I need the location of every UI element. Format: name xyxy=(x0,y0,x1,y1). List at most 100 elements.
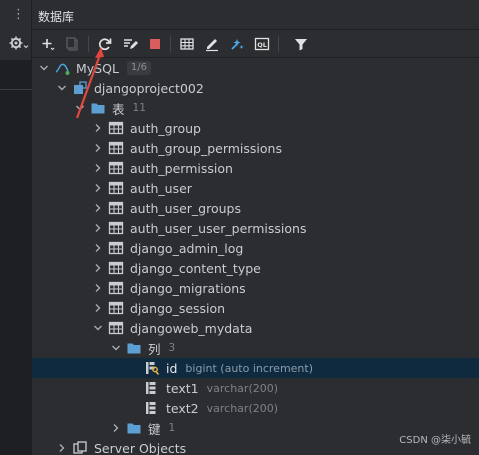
server-objects-icon xyxy=(72,440,88,455)
svg-text:QL: QL xyxy=(257,41,267,49)
chevron-down-icon[interactable] xyxy=(110,342,122,354)
table-name: auth_permission xyxy=(130,160,233,176)
table-name: django_session xyxy=(130,300,226,316)
column-icon xyxy=(144,380,160,396)
tree-node-column[interactable]: text1 varchar(200) xyxy=(32,378,479,398)
columns-count: 3 xyxy=(168,342,176,354)
tree-node-table[interactable]: django_admin_log xyxy=(32,238,479,258)
filter-icon[interactable] xyxy=(291,34,311,54)
edit-schema-icon[interactable] xyxy=(120,34,140,54)
schema-label: djangoproject002 xyxy=(94,80,204,96)
keys-folder-label: 键 xyxy=(148,421,161,437)
column-name: text1 xyxy=(166,380,199,396)
left-gutter: ⋮ xyxy=(0,0,32,455)
table-icon xyxy=(108,300,124,316)
chevron-right-icon[interactable] xyxy=(92,282,104,294)
toolbar-separator xyxy=(278,36,279,52)
table-name: django_content_type xyxy=(130,260,261,276)
add-icon[interactable] xyxy=(38,34,58,54)
tables-count: 11 xyxy=(132,102,146,114)
tree-node-table[interactable]: auth_user_user_permissions xyxy=(32,218,479,238)
server-objects-label: Server Objects xyxy=(94,440,187,455)
toolbar-separator xyxy=(170,36,171,52)
table-name: auth_group xyxy=(130,120,201,136)
datasource-schema-count-badge: 1/6 xyxy=(126,61,152,75)
table-name: auth_user xyxy=(130,180,192,196)
chevron-right-icon[interactable] xyxy=(92,202,104,214)
tree-node-table[interactable]: auth_group_permissions xyxy=(32,138,479,158)
tables-folder-label: 表 xyxy=(112,101,125,117)
chevron-down-icon[interactable] xyxy=(92,322,104,334)
column-name: text2 xyxy=(166,400,199,416)
tree-node-table[interactable]: django_session xyxy=(32,298,479,318)
chevron-right-icon[interactable] xyxy=(92,262,104,274)
stop-icon[interactable] xyxy=(145,34,165,54)
tree-node-table[interactable]: django_migrations xyxy=(32,278,479,298)
chevron-right-icon[interactable] xyxy=(92,242,104,254)
tree-node-column[interactable]: id bigint (auto increment) xyxy=(32,358,479,378)
tree-node-table[interactable]: auth_user_groups xyxy=(32,198,479,218)
chevron-right-icon[interactable] xyxy=(92,182,104,194)
table-icon xyxy=(108,260,124,276)
tree-node-table[interactable]: django_content_type xyxy=(32,258,479,278)
chevron-right-icon[interactable] xyxy=(92,302,104,314)
database-tree: MySQL 1/6 djangoproject002 表 11 auth_gro… xyxy=(32,58,479,455)
chevron-down-icon[interactable] xyxy=(38,62,50,74)
database-toolbar: QL xyxy=(32,30,479,58)
table-icon xyxy=(108,280,124,296)
chevron-down-icon[interactable] xyxy=(56,82,68,94)
columns-folder-label: 列 xyxy=(148,341,161,357)
tree-node-table[interactable]: auth_permission xyxy=(32,158,479,178)
table-icon xyxy=(108,140,124,156)
table-icon xyxy=(108,180,124,196)
toolbar-separator xyxy=(88,36,89,52)
tree-node-table[interactable]: auth_group xyxy=(32,118,479,138)
tree-node-column[interactable]: text2 varchar(200) xyxy=(32,398,479,418)
tree-node-table[interactable]: auth_user xyxy=(32,178,479,198)
table-icon[interactable] xyxy=(177,34,197,54)
chevron-right-icon[interactable] xyxy=(92,222,104,234)
folder-icon xyxy=(126,420,142,436)
watermark: CSDN @柒小毓 xyxy=(399,435,471,446)
chevron-right-icon[interactable] xyxy=(92,162,104,174)
chevron-down-icon[interactable] xyxy=(74,102,86,114)
edit-icon[interactable] xyxy=(202,34,222,54)
tree-node-schema[interactable]: djangoproject002 xyxy=(32,78,479,98)
tool-window-title: 数据库 xyxy=(38,10,75,24)
column-icon xyxy=(144,400,160,416)
table-name: auth_user_user_permissions xyxy=(130,220,307,236)
copy-icon[interactable] xyxy=(62,34,82,54)
chevron-right-icon[interactable] xyxy=(110,422,122,434)
chevron-right-icon[interactable] xyxy=(56,442,68,454)
more-options-icon[interactable]: ⋮ xyxy=(12,8,25,22)
refresh-icon[interactable] xyxy=(95,34,115,54)
table-name: auth_user_groups xyxy=(130,200,241,216)
column-type: bigint (auto increment) xyxy=(185,361,314,375)
keys-count: 1 xyxy=(168,422,176,434)
divider xyxy=(0,89,32,90)
table-name: django_migrations xyxy=(130,280,246,296)
mysql-icon xyxy=(54,60,70,76)
table-icon xyxy=(108,200,124,216)
datasource-label: MySQL xyxy=(76,60,119,76)
tree-node-columns-folder[interactable]: 列 3 xyxy=(32,338,479,358)
tree-node-tables-folder[interactable]: 表 11 xyxy=(32,98,479,118)
column-name: id xyxy=(166,360,178,376)
tree-node-datasource[interactable]: MySQL 1/6 xyxy=(32,58,479,78)
chevron-right-icon[interactable] xyxy=(92,122,104,134)
chevron-right-icon[interactable] xyxy=(92,142,104,154)
folder-icon xyxy=(126,340,142,356)
gear-icon[interactable] xyxy=(9,35,31,55)
tool-window-header: 数据库 xyxy=(32,0,479,30)
table-icon xyxy=(108,320,124,336)
table-name: auth_group_permissions xyxy=(130,140,282,156)
console-icon[interactable]: QL xyxy=(252,34,272,54)
table-name: django_admin_log xyxy=(130,240,244,256)
table-icon xyxy=(108,120,124,136)
tree-node-table[interactable]: djangoweb_mydata xyxy=(32,318,479,338)
table-name: djangoweb_mydata xyxy=(130,320,253,336)
table-icon xyxy=(108,220,124,236)
table-icon xyxy=(108,160,124,176)
jump-icon[interactable] xyxy=(227,34,247,54)
gutter-panel xyxy=(0,60,32,455)
